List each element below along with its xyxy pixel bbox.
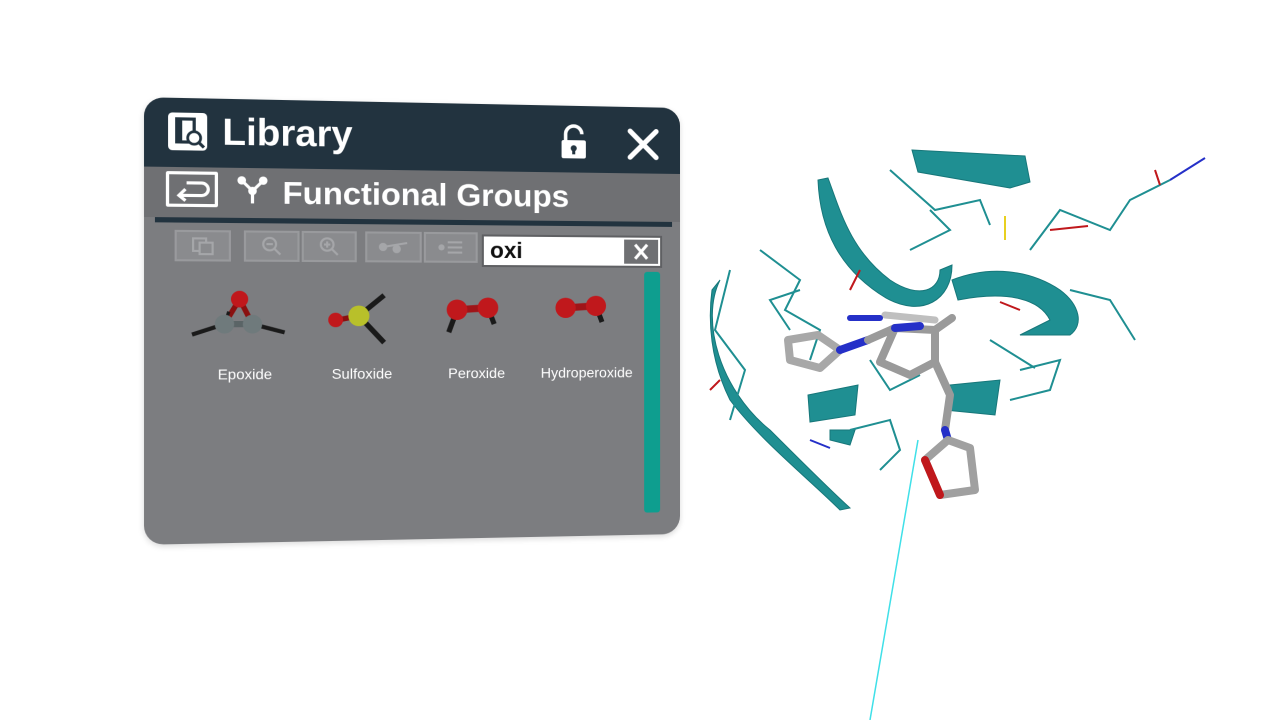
copy-button[interactable] [174,229,231,262]
close-button[interactable] [626,127,660,162]
zoom-out-button[interactable] [243,230,300,262]
search-input[interactable] [483,236,631,266]
vr-scene: Library Functional Groups oxi Epoxide Su… [0,0,1280,720]
results-scrollbar[interactable] [644,271,661,513]
result-item-epoxide[interactable]: Epoxide [185,282,303,397]
library-window: Library Functional Groups oxi Epoxide Su… [144,97,681,545]
result-label: Hydroperoxide [540,364,633,381]
protein-structure-view[interactable] [690,130,1230,530]
zoom-in-icon [319,236,340,257]
peroxide-icon [420,283,533,365]
result-item-peroxide[interactable]: Peroxide [420,283,533,396]
bond-button[interactable] [365,231,422,263]
zoom-in-button[interactable] [301,230,357,263]
zoom-out-icon [261,236,282,257]
unlock-icon[interactable] [560,124,588,161]
window-title: Library [222,110,353,156]
back-button[interactable] [165,171,219,208]
search-clear-button[interactable] [624,240,659,264]
hydroperoxide-icon [531,283,642,364]
list-button[interactable] [423,231,478,263]
epoxide-icon [185,282,303,366]
title-bar: Library [144,97,681,174]
bond-icon [378,239,409,254]
copy-icon [191,236,215,255]
close-icon [626,127,660,162]
result-item-hydroperoxide[interactable]: Hydroperoxide [531,283,642,395]
functional-group-icon [235,174,269,208]
result-item-sulfoxide[interactable]: Sulfoxide [304,283,420,397]
search-box [481,234,663,268]
section-title: Functional Groups [282,174,570,214]
back-arrow-icon [176,179,211,202]
list-icon [438,239,464,256]
library-search-icon [168,112,208,151]
sulfoxide-icon [304,283,420,366]
library-panel: Library Functional Groups oxi Epoxide Su… [144,97,681,545]
clear-icon [624,240,658,264]
